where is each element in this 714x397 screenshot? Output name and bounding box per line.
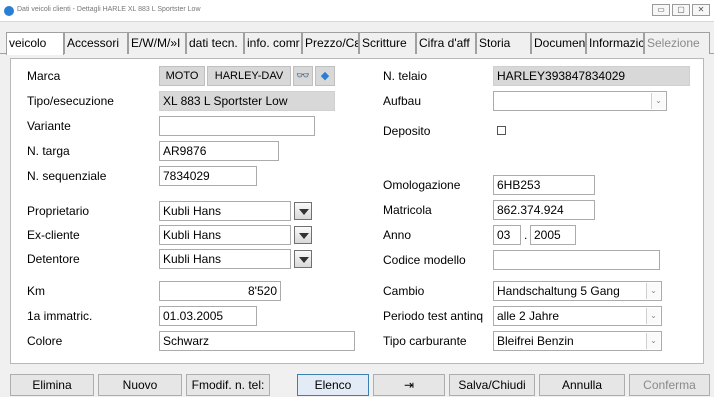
marca-type-field: MOTO — [159, 66, 205, 86]
tab-documenti[interactable]: Document — [531, 32, 586, 54]
omologazione-input[interactable]: 6HB253 — [493, 175, 595, 195]
tab-prezzo[interactable]: Prezzo/Cε — [302, 32, 359, 54]
matricola-label: Matricola — [383, 203, 432, 217]
proprietario-input[interactable]: Kubli Hans — [159, 201, 291, 221]
anno-year-input[interactable]: 2005 — [530, 225, 576, 245]
window-controls: ▭ ▢ ✕ — [652, 4, 710, 16]
jump-icon[interactable]: ⇥ — [373, 374, 445, 396]
immatric-input[interactable]: 01.03.2005 — [159, 306, 257, 326]
vehicle-form-panel: Marca MOTO HARLEY-DAV 👓 ◆ Tipo/esecuzion… — [10, 58, 704, 364]
tab-strip: veicolo Accessori E/W/M/»I dati tecn. in… — [0, 32, 714, 55]
colore-label: Colore — [27, 334, 63, 348]
matricola-input[interactable]: 862.374.924 — [493, 200, 595, 220]
carburante-value: Bleifrei Benzin — [497, 334, 574, 348]
proprietario-label: Proprietario — [27, 204, 90, 218]
tab-dati-tecn[interactable]: dati tecn. — [186, 32, 244, 54]
immatric-label: 1a immatric. — [27, 309, 93, 323]
aufbau-select[interactable]: ⌄ — [493, 91, 667, 111]
tipo-field: XL 883 L Sportster Low — [159, 91, 335, 111]
title-bar: Dati veicoli clienti - Dettagli HARLE XL… — [0, 0, 714, 22]
fmodif-telaio-button[interactable]: Fmodif. n. tel: — [186, 374, 270, 396]
minimize-button[interactable]: ▭ — [652, 4, 670, 16]
codice-label: Codice modello — [383, 253, 466, 267]
tab-informazioni[interactable]: Informazic — [586, 32, 644, 54]
elenco-button[interactable]: Elenco — [297, 374, 369, 396]
cambio-label: Cambio — [383, 284, 425, 298]
variante-label: Variante — [27, 119, 71, 133]
chevron-down-icon[interactable]: ⌄ — [646, 283, 660, 299]
nav-arrow-icon[interactable]: ◆ — [315, 66, 335, 86]
window-title: Dati veicoli clienti - Dettagli HARLE XL… — [17, 6, 201, 13]
detentore-picker-button[interactable] — [294, 250, 312, 268]
cambio-value: Handschaltung 5 Gang — [497, 284, 620, 298]
tab-storia[interactable]: Storia — [476, 32, 531, 54]
anno-separator: . — [524, 228, 528, 242]
tab-veicolo[interactable]: veicolo — [6, 32, 64, 55]
targa-input[interactable]: AR9876 — [159, 141, 279, 161]
chevron-down-icon[interactable]: ⌄ — [646, 308, 660, 324]
marca-brand-field: HARLEY-DAV — [207, 66, 291, 86]
maximize-button[interactable]: ▢ — [672, 4, 690, 16]
anno-label: Anno — [383, 228, 412, 242]
tab-accessori[interactable]: Accessori — [64, 32, 128, 54]
detentore-label: Detentore — [27, 252, 80, 266]
excliente-label: Ex-cliente — [27, 228, 80, 242]
conferma-button: Conferma — [629, 374, 710, 396]
telaio-field: HARLEY393847834029 — [493, 66, 690, 86]
variante-input[interactable] — [159, 116, 315, 136]
periodo-select[interactable]: alle 2 Jahre ⌄ — [493, 306, 662, 326]
excliente-input[interactable]: Kubli Hans — [159, 225, 291, 245]
anno-month-input[interactable]: 03 — [493, 225, 521, 245]
tab-scritture[interactable]: Scritture — [359, 32, 416, 54]
sequenziale-label: N. sequenziale — [27, 169, 107, 183]
km-label: Km — [27, 284, 45, 298]
tab-ewm[interactable]: E/W/M/»I — [128, 32, 186, 54]
salva-chiudi-button[interactable]: Salva/Chiudi — [449, 374, 535, 396]
detentore-input[interactable]: Kubli Hans — [159, 249, 291, 269]
marca-label: Marca — [27, 69, 61, 83]
cambio-select[interactable]: Handschaltung 5 Gang ⌄ — [493, 281, 662, 301]
tab-cifra-affari[interactable]: Cifra d'aff — [416, 32, 476, 54]
carburante-label: Tipo carburante — [383, 334, 467, 348]
carburante-select[interactable]: Bleifrei Benzin ⌄ — [493, 331, 662, 351]
tab-info-comm[interactable]: info. comr — [244, 32, 302, 54]
codice-input[interactable] — [493, 250, 660, 270]
excliente-picker-button[interactable] — [294, 226, 312, 244]
proprietario-picker-button[interactable] — [294, 202, 312, 220]
binoculars-icon[interactable]: 👓 — [293, 66, 313, 86]
elimina-button[interactable]: Elimina — [10, 374, 94, 396]
annulla-button[interactable]: Annulla — [539, 374, 625, 396]
nuovo-button[interactable]: Nuovo — [98, 374, 182, 396]
close-button[interactable]: ✕ — [692, 4, 710, 16]
colore-input[interactable]: Schwarz — [159, 331, 355, 351]
sequenziale-input[interactable]: 7834029 — [159, 166, 257, 186]
tipo-label: Tipo/esecuzione — [27, 94, 114, 108]
deposito-label: Deposito — [383, 124, 431, 138]
tab-selezione: Selezione — [644, 32, 710, 54]
aufbau-label: Aufbau — [383, 94, 422, 108]
telaio-label: N. telaio — [383, 69, 428, 83]
deposito-checkbox[interactable] — [497, 126, 506, 135]
button-bar: Elimina Nuovo Fmodif. n. tel: Elenco ⇥ S… — [0, 372, 714, 397]
chevron-down-icon[interactable]: ⌄ — [651, 93, 665, 109]
app-icon — [4, 6, 14, 16]
chevron-down-icon[interactable]: ⌄ — [646, 333, 660, 349]
periodo-value: alle 2 Jahre — [497, 309, 560, 323]
targa-label: N. targa — [27, 144, 70, 158]
periodo-label: Periodo test antinq — [383, 309, 484, 323]
omologazione-label: Omologazione — [383, 178, 461, 192]
km-input[interactable]: 8'520 — [159, 281, 281, 301]
